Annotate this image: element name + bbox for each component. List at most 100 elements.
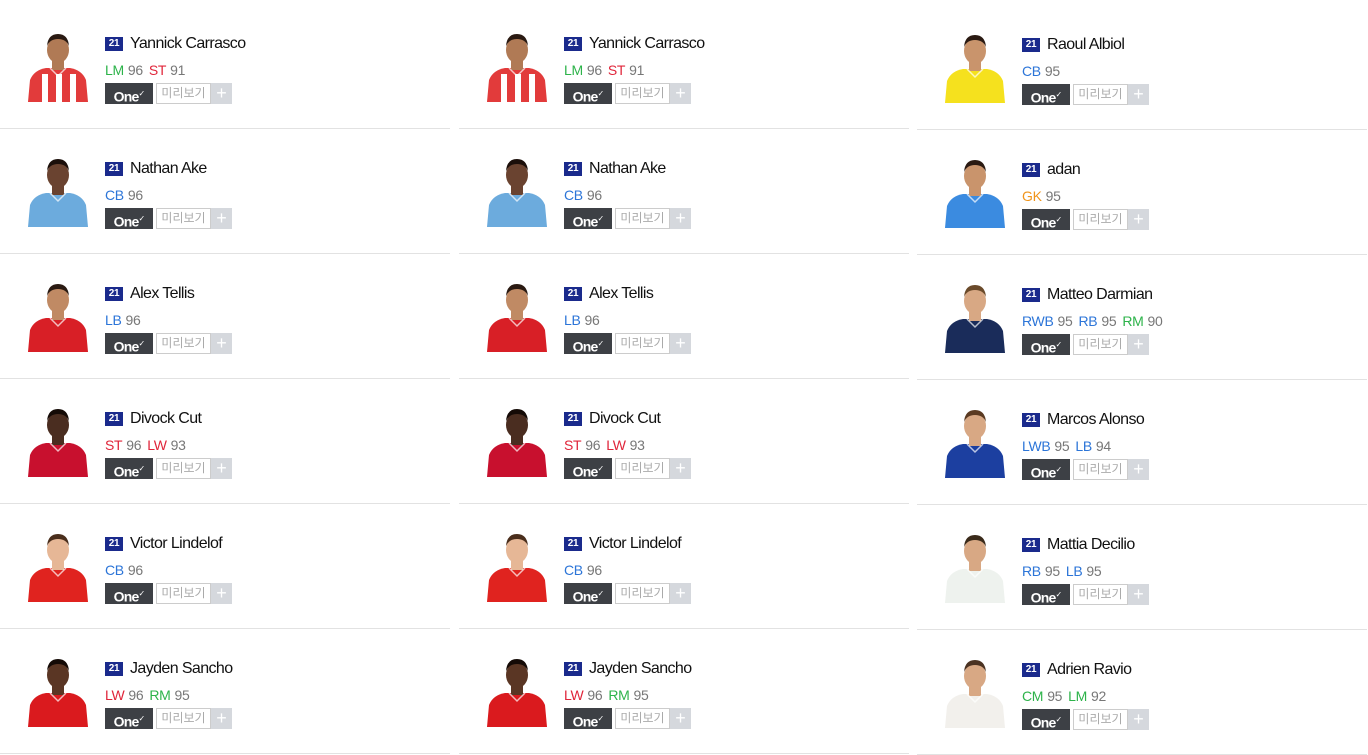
add-button[interactable]: + bbox=[1128, 209, 1149, 230]
player-card[interactable]: 21 Raoul Albiol CB 95 One✓ 미리보기 + bbox=[917, 5, 1367, 130]
add-button[interactable]: + bbox=[211, 458, 232, 479]
player-card[interactable]: 21 Victor Lindelof CB 96 One✓ 미리보기 + bbox=[0, 504, 450, 629]
one-button[interactable]: One✓ bbox=[105, 208, 153, 230]
player-name[interactable]: Alex Tellis bbox=[589, 285, 654, 303]
one-button[interactable]: One✓ bbox=[105, 83, 153, 105]
player-name[interactable]: adan bbox=[1047, 161, 1081, 179]
preview-button[interactable]: 미리보기 bbox=[1073, 84, 1128, 105]
player-name[interactable]: Divock Cut bbox=[589, 410, 661, 428]
preview-button[interactable]: 미리보기 bbox=[615, 333, 670, 354]
player-card[interactable]: 21 Nathan Ake CB 96 One✓ 미리보기 + bbox=[459, 129, 909, 254]
preview-button[interactable]: 미리보기 bbox=[1073, 209, 1128, 230]
one-button[interactable]: One✓ bbox=[564, 208, 612, 230]
player-card[interactable]: 21 Marcos Alonso LWB 95 LB 94 One✓ 미리보기 + bbox=[917, 380, 1367, 505]
player-name[interactable]: Jayden Sancho bbox=[589, 660, 692, 678]
preview-button[interactable]: 미리보기 bbox=[615, 458, 670, 479]
player-card[interactable]: 21 Jayden Sancho LW 96 RM 95 One✓ 미리보기 + bbox=[459, 629, 909, 754]
player-name[interactable]: Nathan Ake bbox=[589, 160, 666, 178]
add-button[interactable]: + bbox=[211, 583, 232, 604]
preview-button[interactable]: 미리보기 bbox=[156, 333, 211, 354]
player-photo[interactable] bbox=[479, 26, 555, 102]
player-card[interactable]: 21 Matteo Darmian RWB 95 RB 95 RM 90 One✓ 미리보기 + bbox=[917, 255, 1367, 380]
preview-button[interactable]: 미리보기 bbox=[156, 708, 211, 729]
player-photo[interactable] bbox=[937, 277, 1013, 353]
one-button[interactable]: One✓ bbox=[564, 583, 612, 605]
player-card[interactable]: 21 Jayden Sancho LW 96 RM 95 One✓ 미리보기 + bbox=[0, 629, 450, 754]
add-button[interactable]: + bbox=[670, 333, 691, 354]
player-photo[interactable] bbox=[937, 527, 1013, 603]
player-card[interactable]: 21 Nathan Ake CB 96 One✓ 미리보기 + bbox=[0, 129, 450, 254]
preview-button[interactable]: 미리보기 bbox=[615, 83, 670, 104]
one-button[interactable]: One✓ bbox=[105, 333, 153, 355]
add-button[interactable]: + bbox=[211, 83, 232, 104]
add-button[interactable]: + bbox=[211, 333, 232, 354]
preview-button[interactable]: 미리보기 bbox=[1073, 334, 1128, 355]
preview-button[interactable]: 미리보기 bbox=[1073, 584, 1128, 605]
preview-button[interactable]: 미리보기 bbox=[1073, 709, 1128, 730]
preview-button[interactable]: 미리보기 bbox=[156, 458, 211, 479]
player-card[interactable]: 21 Mattia Decilio RB 95 LB 95 One✓ 미리보기 + bbox=[917, 505, 1367, 630]
one-button[interactable]: One✓ bbox=[105, 583, 153, 605]
player-photo[interactable] bbox=[20, 26, 96, 102]
one-button[interactable]: One✓ bbox=[1022, 709, 1070, 731]
one-button[interactable]: One✓ bbox=[564, 333, 612, 355]
player-photo[interactable] bbox=[479, 151, 555, 227]
player-photo[interactable] bbox=[20, 151, 96, 227]
player-name[interactable]: Jayden Sancho bbox=[130, 660, 233, 678]
one-button[interactable]: One✓ bbox=[1022, 84, 1070, 106]
player-card[interactable]: 21 Alex Tellis LB 96 One✓ 미리보기 + bbox=[459, 254, 909, 379]
add-button[interactable]: + bbox=[211, 208, 232, 229]
one-button[interactable]: One✓ bbox=[105, 458, 153, 480]
preview-button[interactable]: 미리보기 bbox=[156, 83, 211, 104]
player-name[interactable]: Nathan Ake bbox=[130, 160, 207, 178]
player-card[interactable]: 21 Divock Cut ST 96 LW 93 One✓ 미리보기 + bbox=[459, 379, 909, 504]
one-button[interactable]: One✓ bbox=[1022, 209, 1070, 231]
player-name[interactable]: Yannick Carrasco bbox=[589, 35, 705, 53]
player-name[interactable]: Raoul Albiol bbox=[1047, 36, 1125, 54]
add-button[interactable]: + bbox=[670, 208, 691, 229]
player-name[interactable]: Yannick Carrasco bbox=[130, 35, 246, 53]
preview-button[interactable]: 미리보기 bbox=[615, 208, 670, 229]
add-button[interactable]: + bbox=[670, 583, 691, 604]
player-photo[interactable] bbox=[937, 402, 1013, 478]
player-photo[interactable] bbox=[20, 401, 96, 477]
player-name[interactable]: Divock Cut bbox=[130, 410, 202, 428]
one-button[interactable]: One✓ bbox=[564, 458, 612, 480]
player-photo[interactable] bbox=[479, 401, 555, 477]
add-button[interactable]: + bbox=[670, 458, 691, 479]
player-photo[interactable] bbox=[479, 276, 555, 352]
player-photo[interactable] bbox=[479, 651, 555, 727]
player-photo[interactable] bbox=[937, 152, 1013, 228]
player-card[interactable]: 21 Adrien Ravio CM 95 LM 92 One✓ 미리보기 + bbox=[917, 630, 1367, 755]
player-name[interactable]: Victor Lindelof bbox=[130, 535, 223, 553]
one-button[interactable]: One✓ bbox=[1022, 334, 1070, 356]
add-button[interactable]: + bbox=[1128, 459, 1149, 480]
player-name[interactable]: Marcos Alonso bbox=[1047, 411, 1145, 429]
player-name[interactable]: Adrien Ravio bbox=[1047, 661, 1132, 679]
player-name[interactable]: Mattia Decilio bbox=[1047, 536, 1135, 554]
one-button[interactable]: One✓ bbox=[105, 708, 153, 730]
player-photo[interactable] bbox=[20, 526, 96, 602]
add-button[interactable]: + bbox=[1128, 709, 1149, 730]
add-button[interactable]: + bbox=[1128, 84, 1149, 105]
player-card[interactable]: 21 Alex Tellis LB 96 One✓ 미리보기 + bbox=[0, 254, 450, 379]
add-button[interactable]: + bbox=[670, 83, 691, 104]
one-button[interactable]: One✓ bbox=[1022, 584, 1070, 606]
player-photo[interactable] bbox=[20, 276, 96, 352]
one-button[interactable]: One✓ bbox=[1022, 459, 1070, 481]
player-card[interactable]: 21 Divock Cut ST 96 LW 93 One✓ 미리보기 + bbox=[0, 379, 450, 504]
player-photo[interactable] bbox=[20, 651, 96, 727]
preview-button[interactable]: 미리보기 bbox=[615, 583, 670, 604]
player-photo[interactable] bbox=[937, 652, 1013, 728]
player-name[interactable]: Matteo Darmian bbox=[1047, 286, 1153, 304]
player-card[interactable]: 21 Yannick Carrasco LM 96 ST 91 One✓ 미리보기 + bbox=[0, 4, 450, 129]
one-button[interactable]: One✓ bbox=[564, 708, 612, 730]
player-card[interactable]: 21 Yannick Carrasco LM 96 ST 91 One✓ 미리보기 + bbox=[459, 4, 909, 129]
player-photo[interactable] bbox=[479, 526, 555, 602]
add-button[interactable]: + bbox=[211, 708, 232, 729]
player-name[interactable]: Alex Tellis bbox=[130, 285, 195, 303]
one-button[interactable]: One✓ bbox=[564, 83, 612, 105]
add-button[interactable]: + bbox=[1128, 584, 1149, 605]
add-button[interactable]: + bbox=[670, 708, 691, 729]
player-card[interactable]: 21 Victor Lindelof CB 96 One✓ 미리보기 + bbox=[459, 504, 909, 629]
